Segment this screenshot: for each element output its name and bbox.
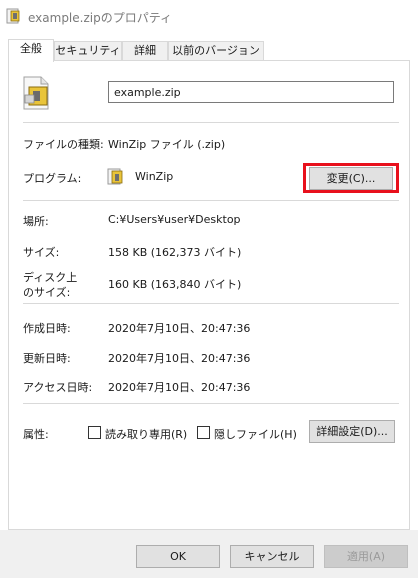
disk-size-value: 160 KB (163,840 バイト): [108, 278, 242, 291]
disk-size-label-line2: のサイズ:: [23, 286, 71, 299]
winzip-file-icon: [6, 8, 20, 24]
created-label: 作成日時:: [23, 322, 71, 335]
advanced-settings-button[interactable]: 詳細設定(D)...: [309, 420, 395, 443]
location-value: C:¥Users¥user¥Desktop: [108, 213, 241, 226]
tab-strip: 全般 セキュリティ 詳細 以前のバージョン: [8, 39, 410, 62]
modified-label: 更新日時:: [23, 352, 71, 365]
file-type-value: WinZip ファイル (.zip): [108, 138, 226, 151]
tab-details[interactable]: 詳細: [122, 41, 168, 61]
attributes-label: 属性:: [23, 428, 49, 441]
accessed-label: アクセス日時:: [23, 381, 93, 394]
hidden-label[interactable]: 隠しファイル(H): [214, 426, 297, 442]
ok-button[interactable]: OK: [136, 545, 220, 568]
separator: [23, 200, 399, 201]
created-value: 2020年7月10日、20:47:36: [108, 322, 251, 335]
program-value: WinZip: [135, 170, 174, 183]
modified-value: 2020年7月10日、20:47:36: [108, 352, 251, 365]
window-title: example.zipのプロパティ: [28, 11, 172, 25]
tab-previous-versions[interactable]: 以前のバージョン: [168, 41, 264, 61]
separator: [23, 403, 399, 404]
dialog-button-bar: OK キャンセル 適用(A): [0, 530, 418, 578]
title-bar: example.zipのプロパティ: [0, 0, 418, 34]
accessed-value: 2020年7月10日、20:47:36: [108, 381, 251, 394]
general-panel: ファイルの種類: WinZip ファイル (.zip) プログラム: WinZi…: [8, 60, 410, 530]
tab-general[interactable]: 全般: [8, 39, 54, 62]
separator: [23, 303, 399, 304]
cancel-button[interactable]: キャンセル: [230, 545, 314, 568]
location-label: 場所:: [23, 215, 49, 228]
size-value: 158 KB (162,373 バイト): [108, 246, 242, 259]
file-name-input[interactable]: [108, 81, 394, 103]
change-program-button[interactable]: 変更(C)...: [309, 167, 393, 190]
readonly-checkbox[interactable]: [88, 426, 101, 439]
hidden-checkbox[interactable]: [197, 426, 210, 439]
readonly-label[interactable]: 読み取り専用(R): [105, 426, 187, 442]
apply-button[interactable]: 適用(A): [324, 545, 408, 568]
file-type-label: ファイルの種類:: [23, 138, 104, 151]
program-label: プログラム:: [23, 172, 82, 185]
zip-file-icon: [23, 76, 49, 110]
separator: [23, 122, 399, 123]
tab-security[interactable]: セキュリティ: [54, 41, 122, 61]
size-label: サイズ:: [23, 246, 60, 259]
winzip-program-icon: [107, 168, 123, 185]
disk-size-label-line1: ディスク上: [23, 271, 78, 284]
